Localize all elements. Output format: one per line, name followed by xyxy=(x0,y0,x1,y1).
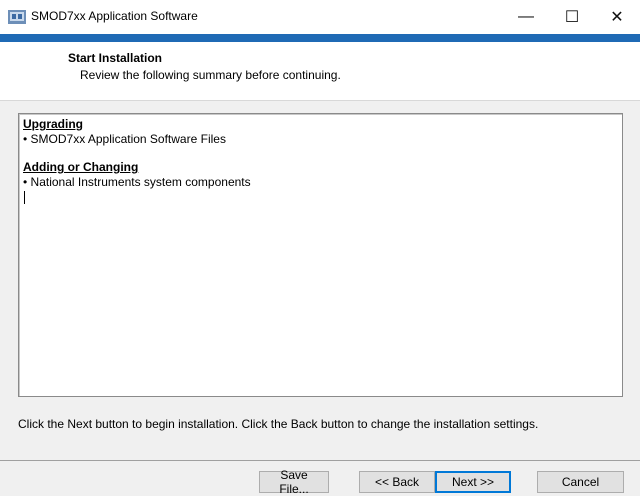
cancel-button[interactable]: Cancel xyxy=(537,471,624,493)
window-title: SMOD7xx Application Software xyxy=(31,9,198,23)
minimize-icon: — xyxy=(518,8,534,25)
next-button[interactable]: Next >> xyxy=(435,471,511,493)
section-heading-upgrading: Upgrading xyxy=(23,117,83,131)
minimize-button[interactable]: — xyxy=(503,0,549,34)
installer-icon xyxy=(8,10,26,24)
close-icon: ✕ xyxy=(610,9,624,26)
accent-band xyxy=(0,34,640,42)
wizard-header: Start Installation Review the following … xyxy=(0,42,640,101)
list-item: • SMOD7xx Application Software Files xyxy=(23,132,226,146)
text-caret xyxy=(24,191,25,204)
page-subtitle: Review the following summary before cont… xyxy=(80,68,341,82)
page-title: Start Installation xyxy=(68,51,163,65)
title-bar[interactable]: SMOD7xx Application Software — ☐ ✕ xyxy=(0,0,640,34)
summary-textbox[interactable]: Upgrading • SMOD7xx Application Software… xyxy=(18,113,623,397)
close-button[interactable]: ✕ xyxy=(594,0,640,34)
button-bar: Save File... << Back Next >> Cancel xyxy=(0,460,640,496)
save-file-button[interactable]: Save File... xyxy=(259,468,329,496)
back-button[interactable]: << Back xyxy=(359,471,435,493)
maximize-icon: ☐ xyxy=(564,9,580,26)
maximize-button[interactable]: ☐ xyxy=(549,0,595,34)
list-item: • National Instruments system components xyxy=(23,175,251,189)
section-heading-adding-or-changing: Adding or Changing xyxy=(23,160,139,174)
instructions-text: Click the Next button to begin installat… xyxy=(18,417,539,431)
